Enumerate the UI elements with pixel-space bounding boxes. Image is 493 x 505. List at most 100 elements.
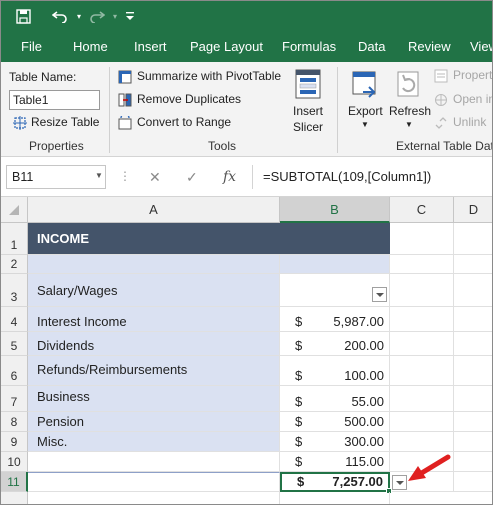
cancel-entry-icon[interactable]: ✕ — [149, 169, 161, 186]
cell-c8[interactable] — [390, 412, 454, 432]
cell-a4[interactable]: Interest Income — [28, 307, 280, 332]
cell-b4[interactable]: $5,987.00 — [280, 307, 390, 332]
column-header-b[interactable]: B — [280, 197, 390, 223]
convert-to-range-icon — [118, 116, 132, 130]
filter-dropdown-icon[interactable] — [372, 287, 387, 302]
cell-b5[interactable]: $200.00 — [280, 332, 390, 356]
cell-d11[interactable] — [454, 472, 492, 492]
name-box-dropdown-icon[interactable]: ▼ — [95, 171, 103, 180]
select-all-corner[interactable] — [1, 197, 28, 223]
insert-slicer-button[interactable]: Insert Slicer — [286, 67, 330, 137]
total-row-dropdown-icon[interactable] — [392, 475, 407, 490]
total-cell-b11[interactable]: $7,257.00 — [280, 472, 390, 492]
tab-insert[interactable]: Insert — [134, 39, 167, 54]
save-icon[interactable] — [13, 6, 33, 26]
open-in-browser-button[interactable]: Open in — [434, 92, 492, 108]
cell-b6[interactable]: $100.00 — [280, 356, 390, 386]
cell-c7[interactable] — [390, 386, 454, 412]
redo-icon[interactable] — [87, 6, 107, 26]
export-button[interactable]: Export ▼ — [345, 67, 385, 139]
table-name-input[interactable]: Table1 — [9, 90, 100, 110]
row-header-5[interactable]: 5 — [1, 332, 28, 356]
cell-c9[interactable] — [390, 432, 454, 452]
cell-a12[interactable] — [28, 492, 280, 504]
tools-group-label: Tools — [208, 139, 237, 153]
cell-d1[interactable] — [454, 223, 492, 255]
tab-file[interactable]: File — [21, 39, 42, 54]
cell-d7[interactable] — [454, 386, 492, 412]
refresh-button[interactable]: Refresh ▼ — [387, 67, 431, 139]
cell-b7[interactable]: $55.00 — [280, 386, 390, 412]
unlink-button[interactable]: Unlink — [434, 115, 492, 131]
tab-view[interactable]: View — [470, 39, 492, 54]
row-header-8[interactable]: 8 — [1, 412, 28, 432]
tab-formulas[interactable]: Formulas — [282, 39, 336, 54]
formula-bar: B11 ▼ ⋮ ✕ ✓ fx =SUBTOTAL(109,[Column1]) — [1, 157, 492, 197]
ribbon: Table Name: Table1 Resize Table Properti… — [1, 62, 492, 157]
cell-b8[interactable]: $500.00 — [280, 412, 390, 432]
customize-icon[interactable] — [120, 6, 140, 26]
name-box[interactable]: B11 — [6, 165, 106, 189]
enter-entry-icon[interactable]: ✓ — [186, 169, 198, 186]
cell-a6[interactable]: Refunds/Reimbursements — [28, 356, 280, 386]
cell-d9[interactable] — [454, 432, 492, 452]
cell-a10[interactable] — [28, 452, 280, 472]
convert-to-range-button[interactable]: Convert to Range — [118, 115, 243, 131]
tab-review[interactable]: Review — [408, 39, 451, 54]
row-header-4[interactable]: 4 — [1, 307, 28, 332]
insert-function-icon[interactable]: fx — [223, 169, 236, 185]
cell-a2[interactable] — [28, 255, 280, 274]
remove-duplicates-button[interactable]: Remove Duplicates — [118, 92, 248, 108]
row-header-3[interactable]: 3 — [1, 274, 28, 307]
tab-page-layout[interactable]: Page Layout — [190, 39, 263, 54]
total-value: 7,257.00 — [332, 474, 383, 489]
table-header-income[interactable]: INCOME — [28, 223, 390, 255]
column-header-d[interactable]: D — [454, 197, 492, 223]
row-header-2[interactable]: 2 — [1, 255, 28, 274]
cell-b12[interactable] — [280, 492, 390, 504]
row-header-7[interactable]: 7 — [1, 386, 28, 412]
column-header-c[interactable]: C — [390, 197, 454, 223]
formula-input[interactable]: =SUBTOTAL(109,[Column1]) — [252, 165, 492, 189]
currency-symbol: $ — [295, 454, 303, 469]
cell-c3[interactable] — [390, 274, 454, 307]
cell-c1[interactable] — [390, 223, 454, 255]
cell-a8[interactable]: Pension — [28, 412, 280, 432]
summarize-pivot-button[interactable]: Summarize with PivotTable — [118, 69, 288, 85]
row-header-12[interactable] — [1, 492, 28, 504]
undo-icon[interactable] — [50, 6, 70, 26]
cell-d2[interactable] — [454, 255, 492, 274]
cell-a11[interactable] — [28, 472, 280, 492]
cell-c4[interactable] — [390, 307, 454, 332]
properties-button[interactable]: Propert — [434, 68, 492, 84]
cell-c2[interactable] — [390, 255, 454, 274]
cell-d10[interactable] — [454, 452, 492, 472]
cell-b2[interactable] — [280, 255, 390, 274]
row-header-10[interactable]: 10 — [1, 452, 28, 472]
cell-d6[interactable] — [454, 356, 492, 386]
row-header-6[interactable]: 6 — [1, 356, 28, 386]
cell-a9[interactable]: Misc. — [28, 432, 280, 452]
cell-c5[interactable] — [390, 332, 454, 356]
tab-home[interactable]: Home — [73, 39, 108, 54]
cell-c6[interactable] — [390, 356, 454, 386]
column-header-a[interactable]: A — [28, 197, 280, 223]
cell-b10[interactable]: $115.00 — [280, 452, 390, 472]
cell-a5[interactable]: Dividends — [28, 332, 280, 356]
undo-dropdown-icon[interactable]: ▾ — [69, 6, 89, 26]
tab-data[interactable]: Data — [358, 39, 385, 54]
label-interest: Interest Income — [37, 314, 127, 329]
convert-to-range-label: Convert to Range — [137, 115, 232, 129]
cell-a7[interactable]: Business — [28, 386, 280, 412]
row-header-11[interactable]: 11 — [1, 472, 28, 492]
currency-symbol: $ — [295, 394, 303, 409]
cell-d3[interactable] — [454, 274, 492, 307]
row-header-9[interactable]: 9 — [1, 432, 28, 452]
cell-b9[interactable]: $300.00 — [280, 432, 390, 452]
refresh-dropdown-icon: ▼ — [405, 120, 413, 129]
row-header-1[interactable]: 1 — [1, 223, 28, 255]
cell-d4[interactable] — [454, 307, 492, 332]
cell-a3[interactable]: Salary/Wages — [28, 274, 280, 307]
cell-d5[interactable] — [454, 332, 492, 356]
cell-d8[interactable] — [454, 412, 492, 432]
